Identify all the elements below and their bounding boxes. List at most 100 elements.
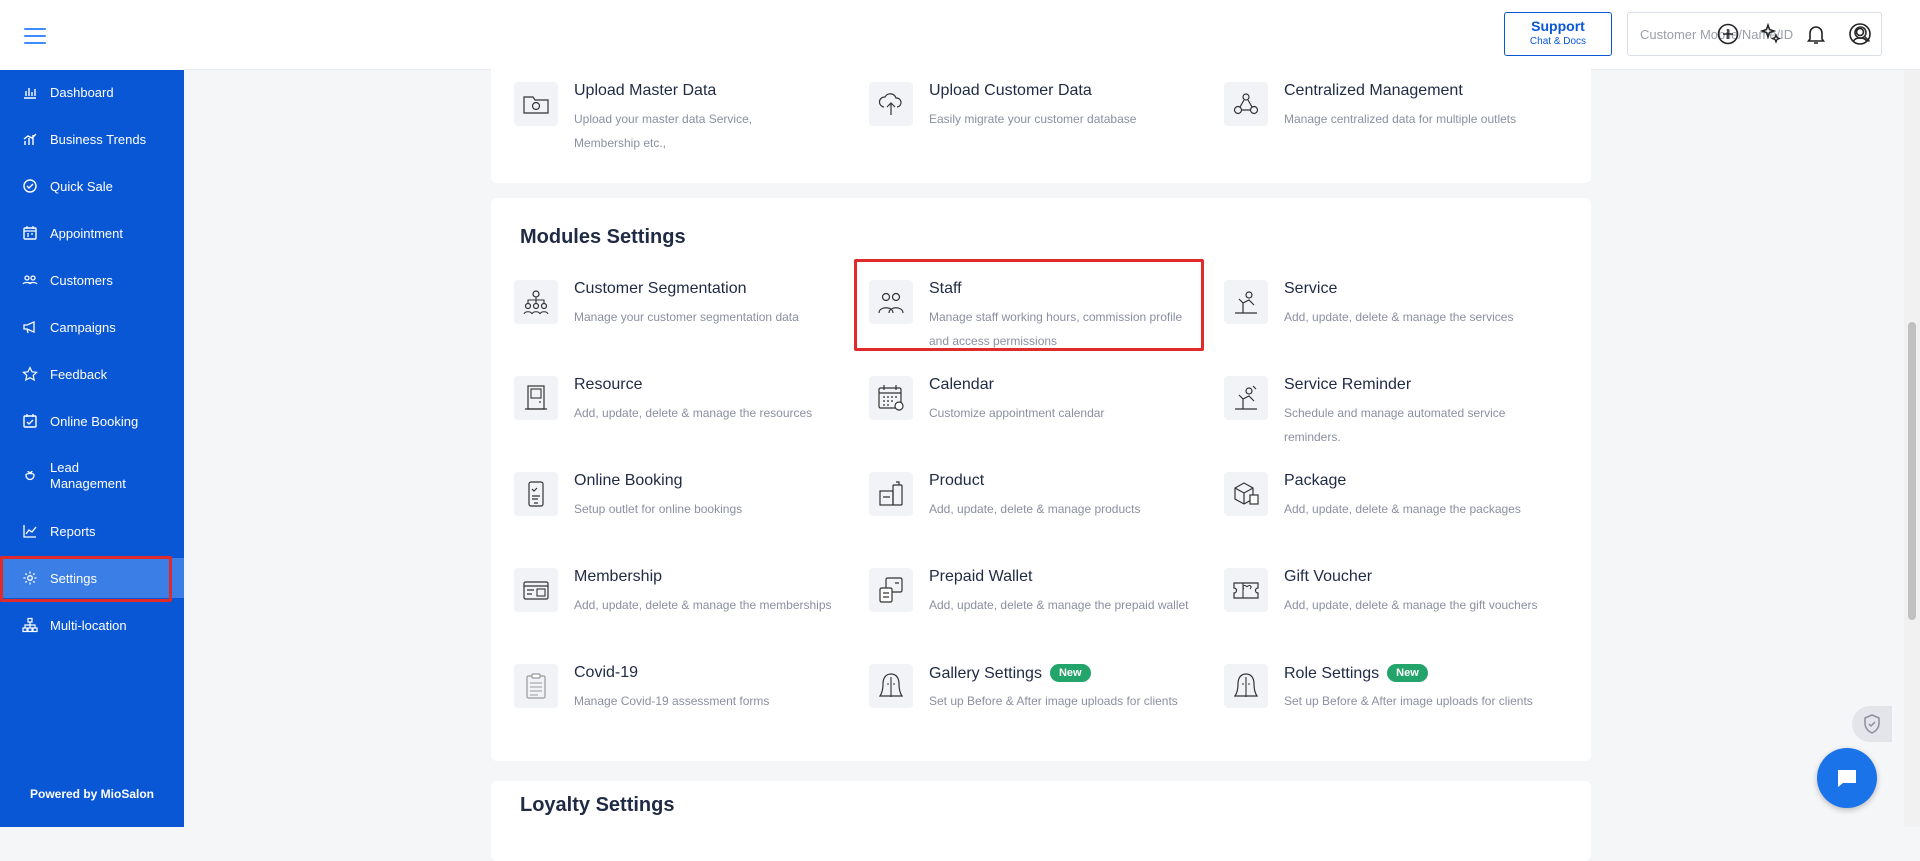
tile-calendar[interactable]: Calendar Customize appointment calendar xyxy=(869,376,1209,456)
tile-title: Upload Master Data xyxy=(574,82,717,99)
tile-service[interactable]: Service Add, update, delete & manage the… xyxy=(1224,280,1564,360)
bell-icon[interactable] xyxy=(1804,22,1828,46)
sidebar-item-business-trends[interactable]: Business Trends xyxy=(0,119,184,159)
page-scrollbar[interactable] xyxy=(1904,70,1920,827)
gift-voucher-icon xyxy=(1233,582,1259,599)
sidebar-item-customers[interactable]: Customers xyxy=(0,260,184,300)
reminder-icon xyxy=(1235,385,1257,410)
line-chart-icon xyxy=(23,525,37,538)
sidebar-item-settings[interactable]: Settings xyxy=(0,558,184,598)
clipboard-icon xyxy=(526,673,546,699)
sidebar-item-online-booking[interactable]: Online Booking xyxy=(0,401,184,441)
sidebar-item-reports[interactable]: Reports xyxy=(0,511,184,551)
role-face-icon xyxy=(1233,673,1259,697)
tile-customer-segmentation[interactable]: Customer Segmentation Manage your custom… xyxy=(514,280,854,360)
tile-product[interactable]: Product Add, update, delete & manage pro… xyxy=(869,472,1209,552)
scrollbar-thumb[interactable] xyxy=(1908,322,1916,620)
tile-role-settings[interactable]: Role Settings New Set up Before & After i… xyxy=(1224,664,1564,744)
tile-description: Add, update, delete & manage the package… xyxy=(1284,502,1521,516)
tile-description: Manage Covid-19 assessment forms xyxy=(574,694,770,708)
tile-prepaid-wallet[interactable]: Prepaid Wallet Add, update, delete & man… xyxy=(869,568,1209,648)
tile-title: Prepaid Wallet xyxy=(929,568,1033,585)
tile-title: Role Settings New xyxy=(1284,664,1428,683)
clipboard-icon-box xyxy=(514,664,558,708)
staff-icon-box xyxy=(869,280,913,324)
sidebar-item-appointment[interactable]: Appointment xyxy=(0,213,184,253)
shield-icon xyxy=(1864,714,1880,734)
sidebar-header xyxy=(0,0,184,70)
powered-by-text: Powered by MioSalon xyxy=(29,787,155,801)
section-title: Loyalty Settings xyxy=(520,794,675,816)
check-circle-icon xyxy=(23,179,37,193)
cloud-upload-icon xyxy=(878,93,902,115)
segmentation-icon-box xyxy=(514,280,558,324)
add-circle-icon[interactable] xyxy=(1716,22,1740,46)
sidebar-item-dashboard[interactable]: Dashboard xyxy=(0,72,184,112)
sidebar-item-multi-location[interactable]: Multi-location xyxy=(0,605,184,645)
tile-gift-voucher[interactable]: Gift Voucher Add, update, delete & manag… xyxy=(1224,568,1564,648)
bar-chart-icon xyxy=(24,88,36,99)
tile-title: Resource xyxy=(574,376,643,393)
sidebar-item-lead-management[interactable]: Lead Management xyxy=(0,448,184,504)
mobile-booking-icon xyxy=(528,481,544,507)
service-icon xyxy=(1235,291,1257,314)
tile-title: Staff xyxy=(929,280,962,297)
tile-upload-customer-data[interactable]: Upload Customer Data Easily migrate your… xyxy=(869,82,1209,162)
support-button[interactable]: Support Chat & Docs xyxy=(1504,12,1612,56)
calendar-check-icon xyxy=(23,414,37,428)
tile-centralized-management[interactable]: Centralized Management Manage centralize… xyxy=(1224,82,1564,162)
service-icon-box xyxy=(1224,280,1268,324)
sidebar-item-label: Feedback xyxy=(50,366,108,382)
section-title: Modules Settings xyxy=(520,226,686,248)
tile-covid-19[interactable]: Covid-19 Manage Covid-19 assessment form… xyxy=(514,664,854,744)
modules-settings-card: Modules Settings Customer Segmentation M… xyxy=(491,198,1591,761)
gift-voucher-icon-box xyxy=(1224,568,1268,612)
user-account-icon[interactable] xyxy=(1848,22,1872,46)
door-icon xyxy=(525,385,547,410)
trend-bars-icon xyxy=(23,133,37,145)
chat-button[interactable] xyxy=(1817,748,1877,808)
sidebar-item-label: Reports xyxy=(50,523,96,539)
sidebar: Dashboard Business Trends Quick Sale App… xyxy=(0,70,184,827)
tile-description: Set up Before & After image uploads for … xyxy=(929,694,1178,708)
cloud-upload-icon-box xyxy=(869,82,913,126)
tile-description: Setup outlet for online bookings xyxy=(574,502,743,516)
sidebar-item-label: Multi-location xyxy=(50,617,127,633)
sidebar-item-feedback[interactable]: Feedback xyxy=(0,354,184,394)
sidebar-item-label: Customers xyxy=(50,272,113,288)
tile-membership[interactable]: Membership Add, update, delete & manage … xyxy=(514,568,854,648)
mobile-booking-icon-box xyxy=(514,472,558,516)
tile-package[interactable]: Package Add, update, delete & manage the… xyxy=(1224,472,1564,552)
tile-resource[interactable]: Resource Add, update, delete & manage th… xyxy=(514,376,854,456)
sidebar-item-label: Online Booking xyxy=(50,413,139,429)
tile-upload-master-data[interactable]: Upload Master Data Upload your master da… xyxy=(514,82,854,162)
calendar-icon xyxy=(878,385,904,411)
tile-description: Set up Before & After image uploads for … xyxy=(1284,694,1533,708)
tile-title-text: Gallery Settings xyxy=(929,665,1042,682)
tile-service-reminder[interactable]: Service Reminder Schedule and manage aut… xyxy=(1224,376,1564,456)
hamburger-menu-icon[interactable] xyxy=(24,28,46,44)
sidebar-item-quick-sale[interactable]: Quick Sale xyxy=(0,166,184,206)
new-badge: New xyxy=(1049,664,1091,682)
sparkle-icon[interactable] xyxy=(1759,22,1783,46)
tile-title: Package xyxy=(1284,472,1347,489)
settings-content: Upload Master Data Upload your master da… xyxy=(184,60,1920,861)
staff-icon xyxy=(878,292,904,314)
tile-staff[interactable]: Staff Manage staff working hours, commis… xyxy=(869,280,1209,360)
sidebar-item-label: Lead Management xyxy=(50,460,126,491)
new-badge: New xyxy=(1387,664,1428,682)
tile-gallery-settings[interactable]: Gallery Settings New Set up Before & Afte… xyxy=(869,664,1209,744)
tile-description: Add, update, delete & manage the service… xyxy=(1284,310,1514,324)
tile-description: Manage centralized data for multiple out… xyxy=(1284,112,1517,126)
sidebar-item-campaigns[interactable]: Campaigns xyxy=(0,307,184,347)
chat-bubble-icon xyxy=(1838,770,1856,787)
security-shield-button[interactable] xyxy=(1852,706,1892,742)
tile-description: Schedule and manage automated service re… xyxy=(1284,406,1506,444)
megaphone-icon xyxy=(23,321,35,334)
tile-description: Manage staff working hours, commission p… xyxy=(929,310,1183,348)
tile-title: Online Booking xyxy=(574,472,683,489)
customer-search xyxy=(1627,12,1882,56)
network-icon-box xyxy=(1224,82,1268,126)
gallery-face-icon-box xyxy=(869,664,913,708)
tile-online-booking[interactable]: Online Booking Setup outlet for online b… xyxy=(514,472,854,552)
